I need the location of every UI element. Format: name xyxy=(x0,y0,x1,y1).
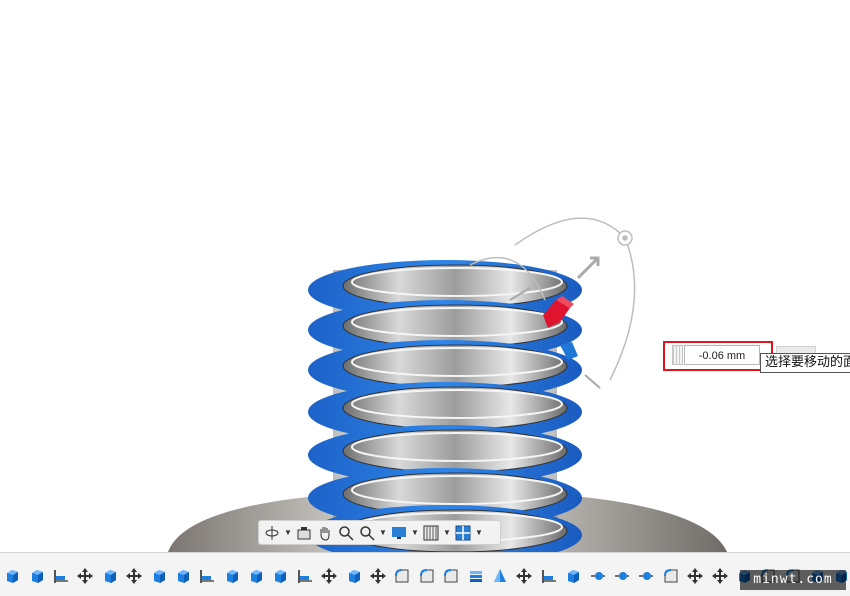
orbit-icon[interactable] xyxy=(263,524,281,542)
display-settings-icon[interactable] xyxy=(390,524,408,542)
bolt-model[interactable] xyxy=(0,0,850,595)
joint-feature-icon[interactable] xyxy=(49,565,73,587)
joint-feature-icon[interactable] xyxy=(195,565,219,587)
timeline-row xyxy=(0,565,850,587)
point-feature-icon[interactable] xyxy=(610,565,634,587)
move-feature-icon[interactable] xyxy=(366,565,390,587)
box-feature-icon[interactable] xyxy=(24,565,48,587)
timeline-toolbar xyxy=(0,552,850,596)
layers-feature-icon[interactable] xyxy=(463,565,487,587)
zoom-window-icon[interactable] xyxy=(358,524,376,542)
joint-feature-icon[interactable] xyxy=(537,565,561,587)
box-feature-icon[interactable] xyxy=(146,565,170,587)
joint-feature-icon[interactable] xyxy=(293,565,317,587)
point-feature-icon[interactable] xyxy=(585,565,609,587)
annotation-highlight xyxy=(663,341,773,371)
grid-snaps-icon[interactable] xyxy=(422,524,440,542)
chevron-down-icon[interactable]: ▼ xyxy=(411,528,419,537)
select-face-tooltip: 选择要移动的面 xyxy=(760,353,850,373)
fillet-feature-icon[interactable] xyxy=(390,565,414,587)
canvas-viewport[interactable] xyxy=(0,0,850,595)
box-feature-icon[interactable] xyxy=(0,565,24,587)
chevron-down-icon[interactable]: ▼ xyxy=(443,528,451,537)
fillet-feature-icon[interactable] xyxy=(439,565,463,587)
chevron-down-icon[interactable]: ▼ xyxy=(379,528,387,537)
fillet-feature-icon[interactable] xyxy=(415,565,439,587)
watermark: minwt.com xyxy=(740,570,846,590)
move-feature-icon[interactable] xyxy=(707,565,731,587)
move-feature-icon[interactable] xyxy=(683,565,707,587)
box-feature-icon[interactable] xyxy=(244,565,268,587)
cone-feature-icon[interactable] xyxy=(488,565,512,587)
box-feature-icon[interactable] xyxy=(171,565,195,587)
thread-ridge xyxy=(342,344,568,388)
thread-ridge xyxy=(342,386,568,430)
box-feature-icon[interactable] xyxy=(561,565,585,587)
box-feature-icon[interactable] xyxy=(268,565,292,587)
point-feature-icon[interactable] xyxy=(634,565,658,587)
box-feature-icon[interactable] xyxy=(98,565,122,587)
chevron-down-icon[interactable]: ▼ xyxy=(475,528,483,537)
look-at-icon[interactable] xyxy=(295,524,313,542)
move-feature-icon[interactable] xyxy=(122,565,146,587)
move-feature-icon[interactable] xyxy=(512,565,536,587)
box-feature-icon[interactable] xyxy=(341,565,365,587)
fillet-feature-icon[interactable] xyxy=(659,565,683,587)
thread-ridge xyxy=(342,429,568,473)
navigation-toolbar: ▼ ▼ ▼ ▼ ▼ xyxy=(258,520,501,545)
move-feature-icon[interactable] xyxy=(317,565,341,587)
box-feature-icon[interactable] xyxy=(220,565,244,587)
move-feature-icon[interactable] xyxy=(73,565,97,587)
zoom-icon[interactable] xyxy=(337,524,355,542)
chevron-down-icon[interactable]: ▼ xyxy=(284,528,292,537)
viewports-icon[interactable] xyxy=(454,524,472,542)
pan-icon[interactable] xyxy=(316,524,334,542)
